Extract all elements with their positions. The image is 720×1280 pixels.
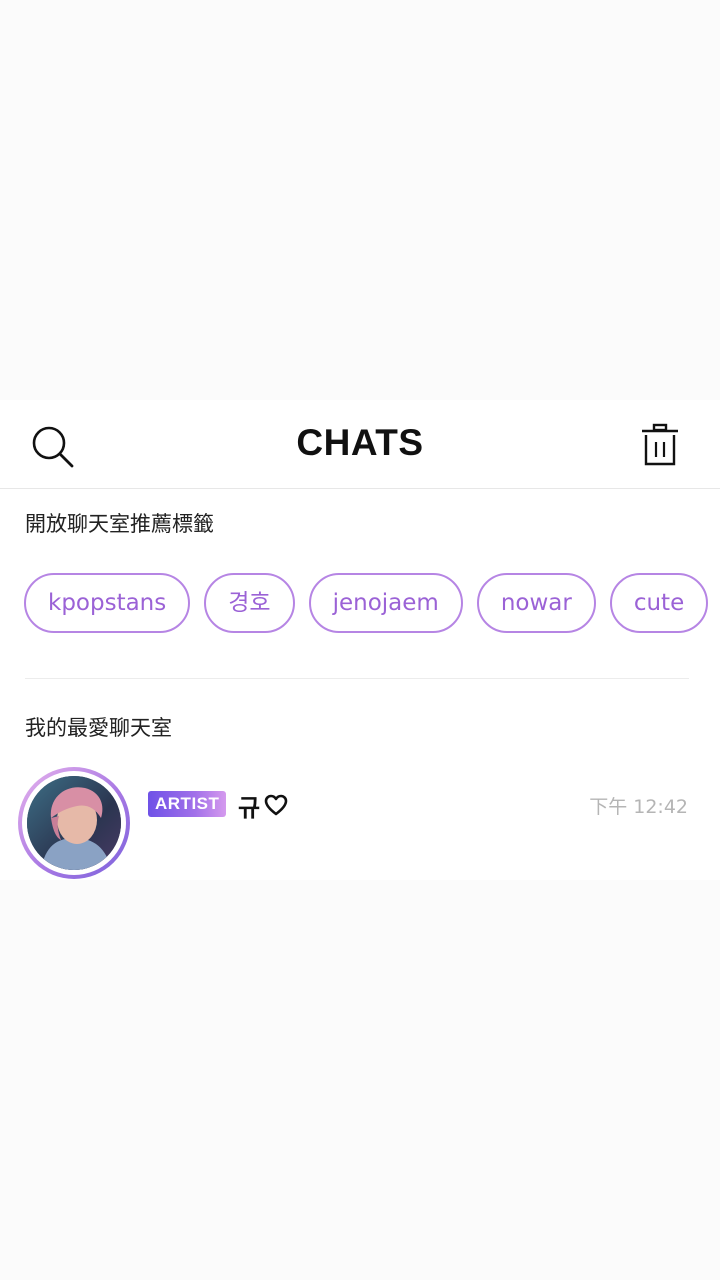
page-title: CHATS [296, 422, 424, 463]
avatar-frame [22, 771, 126, 875]
tag-list: kpopstans 경호 jenojaem nowar cute [24, 573, 720, 635]
favorites-section-title: 我的最愛聊天室 [25, 716, 172, 740]
page: CHATS 開放聊天室推薦標籤 kpopstans 경호 jenojaem nowar… [0, 0, 720, 1280]
favorite-chat-row[interactable]: ARTIST 규 下午 12:42 [0, 766, 720, 880]
tag-chip[interactable]: 경호 [204, 573, 295, 633]
avatar [18, 767, 130, 879]
chat-timestamp: 下午 12:42 [589, 796, 688, 818]
tag-chip[interactable]: jenojaem [308, 573, 463, 633]
trash-icon [642, 423, 678, 466]
chat-name: 규 [238, 794, 261, 822]
avatar-image [27, 776, 121, 870]
header: CHATS [0, 400, 720, 489]
tags-section-title: 開放聊天室推薦標籤 [25, 512, 214, 536]
tag-chip[interactable]: cute [609, 573, 709, 633]
artist-badge: ARTIST [148, 791, 227, 817]
tag-chip[interactable]: nowar [476, 573, 596, 633]
delete-button[interactable] [638, 422, 682, 468]
section-divider [25, 678, 689, 679]
tag-chip[interactable]: kpopstans [24, 573, 191, 633]
heart-icon [264, 794, 288, 816]
chats-panel: CHATS 開放聊天室推薦標籤 kpopstans 경호 jenojaem nowar… [0, 400, 720, 880]
